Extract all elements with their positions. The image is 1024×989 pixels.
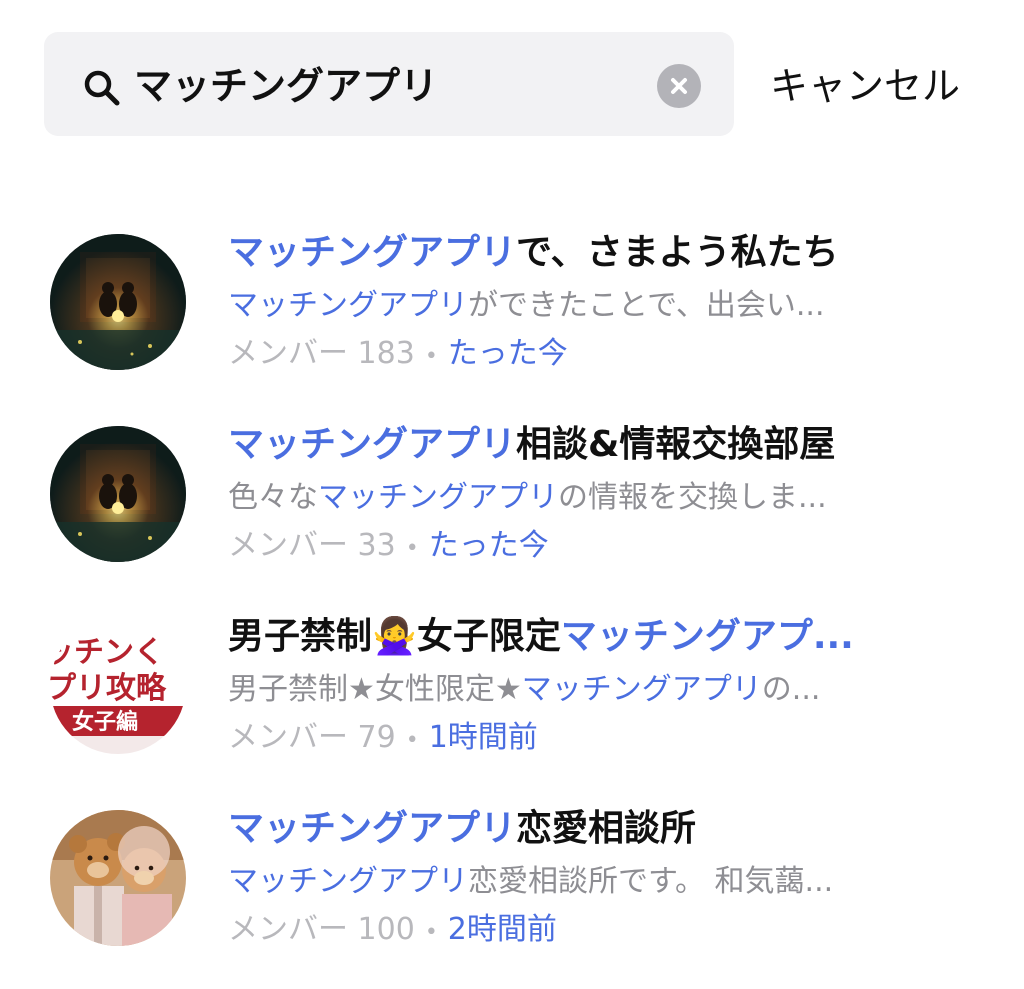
- chat-title: マッチングアプリで、さまよう私たち: [228, 232, 839, 273]
- list-item[interactable]: マッチングアプリ恋愛相談所 マッチングアプリ恋愛相談所です。 和気藹... メン…: [0, 800, 1024, 960]
- chat-title: マッチングアプリ恋愛相談所: [228, 808, 697, 849]
- search-header: キャンセル: [0, 0, 1024, 140]
- chat-description: 色々なマッチングアプリの情報を交換しま...: [228, 480, 827, 515]
- chat-meta: メンバー 183 • たった今: [228, 336, 568, 371]
- cancel-button[interactable]: キャンセル: [770, 62, 960, 110]
- close-icon: [671, 78, 687, 94]
- list-item[interactable]: マッチングアプリで、さまよう私たち マッチングアプリができたことで、出会い...…: [0, 224, 1024, 384]
- search-input[interactable]: [134, 52, 634, 120]
- avatar-text-line-3: 女子編: [72, 709, 138, 735]
- member-count: 79: [357, 720, 396, 755]
- chat-title: 男子禁制🙅‍♀️女子限定マッチングアプ...: [228, 616, 854, 657]
- chat-description: 男子禁制★女性限定★マッチングアプリの...: [228, 672, 821, 707]
- night-couple-avatar: [50, 234, 186, 370]
- chat-title: マッチングアプリ相談&情報交換部屋: [228, 424, 836, 465]
- avatar-text-line-2: プリ攻略: [50, 671, 167, 706]
- clear-search-button[interactable]: [657, 64, 701, 108]
- chat-description: マッチングアプリができたことで、出会い...: [228, 288, 825, 323]
- member-count: 100: [357, 912, 415, 947]
- night-couple-avatar: [50, 426, 186, 562]
- member-count: 33: [357, 528, 396, 563]
- search-icon: [84, 70, 120, 106]
- last-active-time: 1時間前: [428, 720, 538, 755]
- last-active-time: 2時間前: [447, 912, 557, 947]
- list-item[interactable]: マッチングアプリ相談&情報交換部屋 色々なマッチングアプリの情報を交換しま...…: [0, 416, 1024, 576]
- avatar-text-line-1: ッチンく: [50, 635, 164, 670]
- text-logo-avatar: ッチンく プリ攻略 女子編: [50, 618, 186, 754]
- chat-meta: メンバー 100 • 2時間前: [228, 912, 557, 947]
- chat-meta: メンバー 33 • たった今: [228, 528, 549, 563]
- separator-dot: •: [405, 728, 419, 753]
- teddy-bears-avatar: [50, 810, 186, 946]
- chat-meta: メンバー 79 • 1時間前: [228, 720, 538, 755]
- separator-dot: •: [424, 344, 438, 369]
- separator-dot: •: [405, 536, 419, 561]
- last-active-time: たった今: [447, 336, 568, 371]
- member-count: 183: [357, 336, 415, 371]
- last-active-time: たった今: [428, 528, 549, 563]
- chat-description: マッチングアプリ恋愛相談所です。 和気藹...: [228, 864, 834, 899]
- list-item[interactable]: ッチンく プリ攻略 女子編 男子禁制🙅‍♀️女子限定マッチングアプ... 男子禁…: [0, 608, 1024, 768]
- separator-dot: •: [424, 920, 438, 945]
